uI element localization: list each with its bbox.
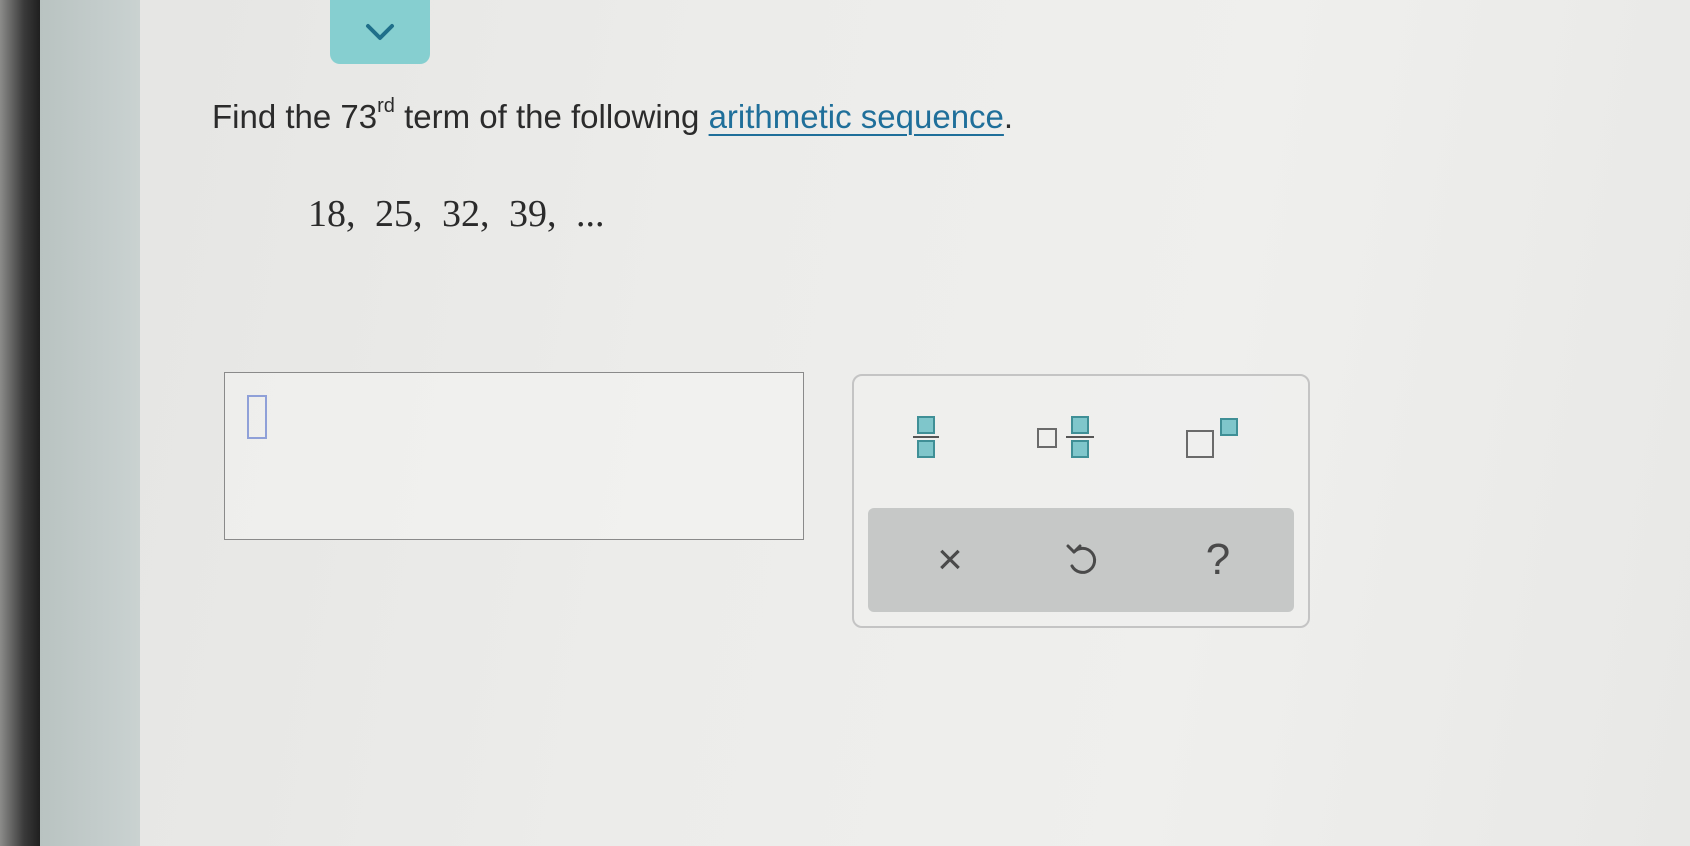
help-button[interactable]: ?	[1176, 508, 1260, 612]
fraction-button[interactable]	[898, 406, 954, 468]
undo-icon	[1066, 544, 1097, 574]
question-text: Find the 73rd term of the following arit…	[212, 95, 1014, 136]
superscript-icon	[1186, 418, 1238, 458]
screen: Find the 73rd term of the following arit…	[0, 0, 1690, 846]
question-middle: term of the following	[394, 98, 709, 135]
action-bar: × ?	[868, 508, 1294, 612]
question-end: .	[1003, 98, 1014, 135]
chevron-down-icon	[366, 24, 394, 40]
superscript-button[interactable]	[1174, 406, 1254, 468]
mixed-number-button[interactable]	[1024, 406, 1114, 468]
sequence-terms: 18, 25, 32, 39, ...	[308, 193, 605, 235]
monitor-bezel	[0, 0, 40, 846]
question-prefix: Find the 73	[212, 98, 378, 135]
clear-button[interactable]: ×	[908, 508, 992, 612]
input-cursor-placeholder	[247, 395, 267, 439]
answer-input[interactable]	[224, 372, 804, 540]
ordinal-suffix: rd	[377, 95, 395, 117]
math-toolbar: × ?	[852, 374, 1310, 628]
collapse-button[interactable]	[330, 0, 430, 64]
undo-button[interactable]	[1040, 508, 1124, 612]
mixed-number-icon	[1037, 416, 1094, 458]
fraction-icon	[913, 416, 939, 458]
arithmetic-sequence-link[interactable]: arithmetic sequence	[709, 98, 1004, 135]
left-panel-strip	[40, 0, 140, 846]
